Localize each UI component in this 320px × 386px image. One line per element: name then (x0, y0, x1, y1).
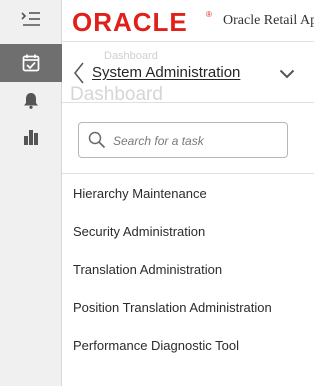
task-item-performance-diagnostic-tool[interactable]: Performance Diagnostic Tool (62, 326, 314, 364)
app-title: Oracle Retail Ap (223, 13, 314, 28)
panel-title-link[interactable]: System Administration (92, 64, 240, 81)
chevron-left-icon (74, 62, 84, 84)
notifications-button[interactable] (0, 82, 62, 118)
search-icon (88, 131, 106, 149)
task-panel: System Administration Hierarchy Maintena… (62, 44, 314, 386)
task-item-hierarchy-maintenance[interactable]: Hierarchy Maintenance (62, 174, 314, 212)
oracle-logo: ORACLE (72, 7, 188, 37)
task-item-position-translation-administration[interactable]: Position Translation Administration (62, 288, 314, 326)
expand-button[interactable] (276, 64, 298, 84)
logo-registered-mark: ® (206, 10, 212, 19)
search-input[interactable] (111, 124, 287, 158)
back-button[interactable] (69, 58, 89, 88)
menu-button[interactable] (0, 0, 62, 38)
app-header: ORACLE ® Oracle Retail Ap (62, 0, 314, 42)
task-panel-header: System Administration (62, 44, 314, 102)
task-list: Hierarchy Maintenance Security Administr… (62, 174, 314, 386)
tasks-button[interactable] (0, 44, 62, 82)
bar-chart-icon (24, 130, 38, 145)
reports-button[interactable] (0, 118, 62, 156)
task-item-security-administration[interactable]: Security Administration (62, 212, 314, 250)
menu-icon (21, 12, 40, 26)
task-item-translation-administration[interactable]: Translation Administration (62, 250, 314, 288)
tasks-icon (22, 54, 40, 72)
task-search-area (62, 102, 314, 174)
search-field[interactable] (78, 122, 288, 158)
bell-icon (24, 92, 38, 109)
side-rail (0, 0, 62, 386)
chevron-down-icon (279, 69, 295, 79)
